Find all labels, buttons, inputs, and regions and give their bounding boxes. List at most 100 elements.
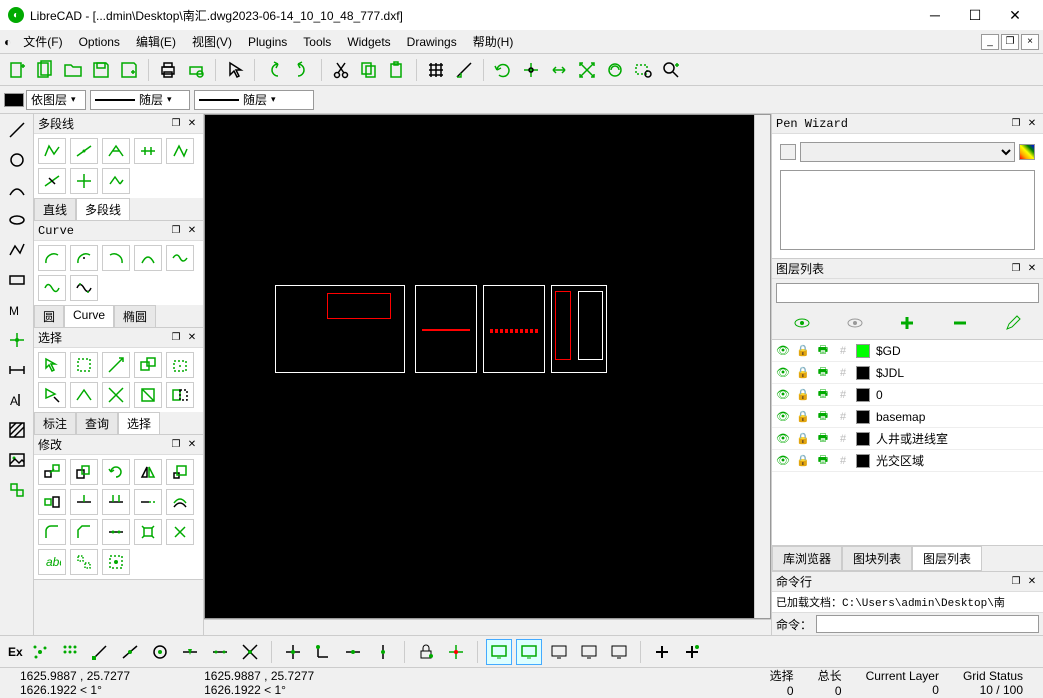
image-tool-icon[interactable] <box>5 448 29 472</box>
cut-button[interactable] <box>328 57 354 83</box>
lock-icon[interactable]: 🔒 <box>796 366 810 380</box>
zoom-in-button[interactable] <box>518 57 544 83</box>
pen-lock-icon[interactable] <box>780 144 796 160</box>
sel-tool-7[interactable] <box>70 382 98 408</box>
rectangle-tool-icon[interactable] <box>5 268 29 292</box>
mod-trim2[interactable] <box>102 489 130 515</box>
print-preview-button[interactable] <box>183 57 209 83</box>
sel-tool-6[interactable] <box>38 382 66 408</box>
restrict-horiz-icon[interactable] <box>340 639 366 665</box>
lock-icon[interactable]: 🔒 <box>796 454 810 468</box>
menu-drawings[interactable]: Drawings <box>399 33 465 51</box>
eye-icon[interactable]: 👁 <box>776 388 790 402</box>
menu-edit[interactable]: 编辑(E) <box>128 31 184 52</box>
zoom-pan-button[interactable] <box>658 57 684 83</box>
save-as-button[interactable] <box>116 57 142 83</box>
mod-align[interactable] <box>70 549 98 575</box>
layer-color-swatch[interactable] <box>856 410 870 424</box>
mod-explode[interactable] <box>134 519 162 545</box>
child-restore-button[interactable]: ❐ <box>1001 34 1019 50</box>
relzero-set-icon[interactable] <box>443 639 469 665</box>
grid-icon[interactable]: # <box>836 432 850 446</box>
layer-remove-icon[interactable] <box>940 311 980 335</box>
panel-close-icon[interactable]: ✕ <box>1025 117 1039 131</box>
mtext-tool-icon[interactable]: M <box>5 298 29 322</box>
layer-color-swatch[interactable] <box>856 344 870 358</box>
mod-stretch[interactable] <box>38 489 66 515</box>
arc-tool-1[interactable] <box>38 245 66 271</box>
poly-tool-7[interactable] <box>70 168 98 194</box>
mod-copy[interactable] <box>70 459 98 485</box>
snap-endpoint-icon[interactable] <box>87 639 113 665</box>
menu-help[interactable]: 帮助(H) <box>465 31 522 52</box>
tab-info[interactable]: 查询 <box>76 412 118 434</box>
tab-library[interactable]: 库浏览器 <box>772 546 842 571</box>
layer-row[interactable]: 👁🔒🖶#$GD <box>772 340 1043 362</box>
poly-tool-6[interactable] <box>38 168 66 194</box>
grid-icon[interactable]: # <box>836 454 850 468</box>
grid-icon[interactable]: # <box>836 388 850 402</box>
eye-icon[interactable]: 👁 <box>776 454 790 468</box>
panel-close-icon[interactable]: ✕ <box>1025 575 1039 589</box>
open-button[interactable] <box>60 57 86 83</box>
panel-float-icon[interactable]: ❐ <box>169 117 183 131</box>
panel-float-icon[interactable]: ❐ <box>1009 575 1023 589</box>
snap-distance-icon[interactable] <box>207 639 233 665</box>
layer-row[interactable]: 👁🔒🖶#光交区域 <box>772 450 1043 472</box>
drawing-canvas[interactable] <box>204 114 771 619</box>
menu-tools[interactable]: Tools <box>295 33 339 51</box>
mod-mirror[interactable] <box>134 459 162 485</box>
panel-close-icon[interactable]: ✕ <box>1025 262 1039 276</box>
lock-icon[interactable]: 🔒 <box>796 388 810 402</box>
new-template-button[interactable] <box>32 57 58 83</box>
panel-close-icon[interactable]: ✕ <box>185 438 199 452</box>
zoom-out-button[interactable] <box>546 57 572 83</box>
add-view-icon[interactable] <box>649 639 675 665</box>
screen-5-icon[interactable] <box>606 639 632 665</box>
poly-tool-5[interactable] <box>166 138 194 164</box>
poly-tool-2[interactable] <box>70 138 98 164</box>
sel-tool-2[interactable] <box>70 352 98 378</box>
linetype-combo[interactable]: 随层 <box>194 90 314 110</box>
tab-ellipse[interactable]: 椭圆 <box>114 305 156 327</box>
restrict-ortho-icon[interactable] <box>310 639 336 665</box>
layer-row[interactable]: 👁🔒🖶#$JDL <box>772 362 1043 384</box>
layer-row[interactable]: 👁🔒🖶#basemap <box>772 406 1043 428</box>
sel-tool-4[interactable] <box>134 352 162 378</box>
dimension-tool-icon[interactable] <box>5 358 29 382</box>
mod-fillet[interactable] <box>38 519 66 545</box>
linewidth-combo[interactable]: 随层 <box>90 90 190 110</box>
color-picker-icon[interactable] <box>1019 144 1035 160</box>
snap-middle-icon[interactable] <box>177 639 203 665</box>
panel-close-icon[interactable]: ✕ <box>185 331 199 345</box>
mod-lengthen[interactable] <box>134 489 162 515</box>
mod-trim[interactable] <box>70 489 98 515</box>
layer-combo[interactable]: 依图层 <box>26 90 86 110</box>
print-icon[interactable]: 🖶 <box>816 454 830 468</box>
poly-tool-3[interactable] <box>102 138 130 164</box>
mod-offset[interactable] <box>166 489 194 515</box>
grid-icon[interactable]: # <box>836 344 850 358</box>
copy-button[interactable] <box>356 57 382 83</box>
snap-entity-icon[interactable] <box>117 639 143 665</box>
maximize-button[interactable]: ☐ <box>955 3 995 27</box>
print-icon[interactable]: 🖶 <box>816 366 830 380</box>
app-menu-icon[interactable]: ◐ <box>4 35 11 49</box>
sel-tool-8[interactable] <box>102 382 130 408</box>
zoom-extents-button[interactable] <box>574 57 600 83</box>
arc-tool-2[interactable] <box>70 245 98 271</box>
hatch-tool-icon[interactable] <box>5 418 29 442</box>
layer-row[interactable]: 👁🔒🖶#0 <box>772 384 1043 406</box>
selector-button[interactable] <box>222 57 248 83</box>
tab-line[interactable]: 直线 <box>34 198 76 220</box>
tab-dimension[interactable]: 标注 <box>34 412 76 434</box>
panel-float-icon[interactable]: ❐ <box>1009 262 1023 276</box>
layer-color-swatch[interactable] <box>856 366 870 380</box>
mod-text[interactable]: abc <box>38 549 66 575</box>
eye-icon[interactable]: 👁 <box>776 432 790 446</box>
undo-button[interactable] <box>261 57 287 83</box>
mod-delete[interactable] <box>166 519 194 545</box>
sel-tool-1[interactable] <box>38 352 66 378</box>
circle-tool-icon[interactable] <box>5 148 29 172</box>
minimize-button[interactable]: ─ <box>915 3 955 27</box>
